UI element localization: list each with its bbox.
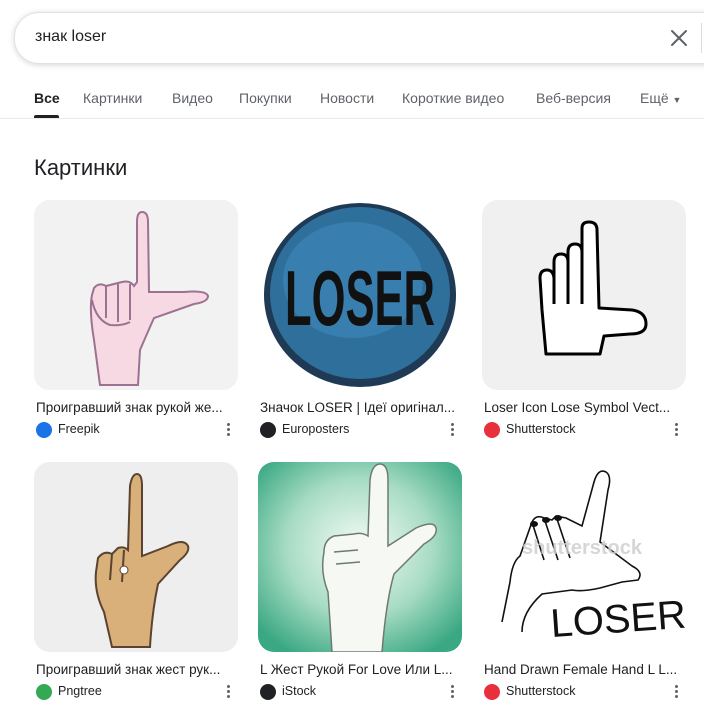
tab-shopping[interactable]: Покупки — [239, 90, 292, 106]
source-name: Shutterstock — [506, 422, 576, 436]
loser-drawn-text: LOSER! — [549, 592, 686, 646]
source-name: iStock — [282, 684, 317, 698]
image-result[interactable]: Проигравший знак рукой же... Freepik — [34, 200, 238, 439]
istock-icon — [260, 684, 276, 700]
freepik-icon — [36, 422, 52, 438]
more-options-icon[interactable] — [670, 683, 682, 701]
drawn-hand-image: shutterstock LOSER! — [482, 462, 686, 652]
pink-hand-image — [34, 200, 238, 390]
result-source: Europosters — [260, 421, 462, 439]
tab-all[interactable]: Все — [34, 90, 60, 106]
europosters-icon — [260, 422, 276, 438]
result-thumbnail[interactable] — [482, 200, 686, 390]
shutterstock-icon — [484, 422, 500, 438]
search-divider — [701, 23, 702, 53]
loser-button-image: LOSER — [258, 200, 462, 390]
result-thumbnail[interactable]: LOSER — [258, 200, 462, 390]
result-caption[interactable]: Hand Drawn Female Hand L L... — [484, 662, 684, 677]
search-input[interactable]: знак loser — [35, 28, 106, 46]
tab-short-videos[interactable]: Короткие видео — [402, 90, 504, 106]
pngtree-icon — [36, 684, 52, 700]
image-result[interactable]: LOSER Значок LOSER | Ідеї оригінал... Eu… — [258, 200, 462, 439]
image-result[interactable]: Проигравший знак жест рук... Pngtree — [34, 462, 238, 701]
tan-hand-image — [34, 462, 238, 652]
search-bar[interactable]: знак loser — [14, 12, 704, 64]
result-source: iStock — [260, 683, 462, 701]
active-tab-indicator — [34, 115, 59, 118]
shutterstock-icon — [484, 684, 500, 700]
tab-images[interactable]: Картинки — [83, 90, 142, 106]
caret-down-icon: ▼ — [672, 95, 682, 105]
more-options-icon[interactable] — [446, 683, 458, 701]
result-thumbnail[interactable]: shutterstock LOSER! — [482, 462, 686, 652]
result-caption[interactable]: Loser Icon Lose Symbol Vect... — [484, 400, 684, 415]
tab-news[interactable]: Новости — [320, 90, 374, 106]
result-caption[interactable]: L Жест Рукой For Love Или L... — [260, 662, 460, 677]
result-caption[interactable]: Проигравший знак рукой же... — [36, 400, 236, 415]
result-caption[interactable]: Значок LOSER | Ідеї оригінал... — [260, 400, 460, 415]
tab-more[interactable]: Ещё ▼ — [640, 90, 681, 106]
tab-more-label: Ещё — [640, 90, 669, 106]
more-options-icon[interactable] — [222, 683, 234, 701]
result-thumbnail[interactable] — [34, 200, 238, 390]
teal-hand-image — [258, 462, 462, 652]
more-options-icon[interactable] — [446, 421, 458, 439]
image-result[interactable]: Loser Icon Lose Symbol Vect... Shutterst… — [482, 200, 686, 439]
result-thumbnail[interactable] — [258, 462, 462, 652]
source-name: Freepik — [58, 422, 100, 436]
result-caption[interactable]: Проигравший знак жест рук... — [36, 662, 236, 677]
image-result[interactable]: L Жест Рукой For Love Или L... iStock — [258, 462, 462, 701]
search-tabs: Все Картинки Видео Покупки Новости Корот… — [0, 78, 704, 119]
result-source: Shutterstock — [484, 683, 686, 701]
result-source: Shutterstock — [484, 421, 686, 439]
more-options-icon[interactable] — [222, 421, 234, 439]
source-name: Shutterstock — [506, 684, 576, 698]
tab-video[interactable]: Видео — [172, 90, 213, 106]
result-source: Pngtree — [36, 683, 238, 701]
tab-web[interactable]: Веб-версия — [536, 90, 611, 106]
result-thumbnail[interactable] — [34, 462, 238, 652]
clear-icon[interactable] — [667, 26, 691, 50]
l-hand-icon-image — [482, 200, 686, 390]
source-name: Pngtree — [58, 684, 102, 698]
source-name: Europosters — [282, 422, 350, 436]
result-source: Freepik — [36, 421, 238, 439]
watermark-text: shutterstock — [522, 537, 643, 559]
more-options-icon[interactable] — [670, 421, 682, 439]
image-result[interactable]: shutterstock LOSER! Hand Drawn Female Ha… — [482, 462, 686, 701]
loser-button-text: LOSER — [285, 254, 435, 342]
section-title: Картинки — [34, 155, 128, 180]
